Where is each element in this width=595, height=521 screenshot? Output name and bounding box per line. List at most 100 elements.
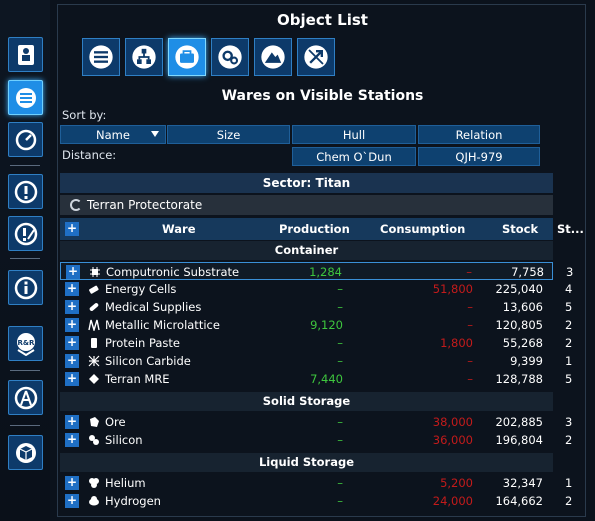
crystal-icon: [88, 355, 100, 367]
sort-label: Sort by:: [62, 108, 107, 122]
tab-hierarchy[interactable]: [125, 38, 163, 76]
sort-name-button[interactable]: Name: [60, 125, 166, 144]
ware-name: Computronic Substrate: [106, 265, 240, 279]
object-list-panel: Object List Wares on Visible Stations So…: [57, 4, 586, 517]
production-value: –: [337, 354, 343, 368]
chip-icon: [90, 267, 100, 277]
separator: [10, 165, 40, 166]
table-row[interactable]: + Terran MRE 7,440–128,788 5: [60, 370, 572, 388]
table-row[interactable]: + Protein Paste – 1,800 55,268 2: [60, 334, 572, 352]
sector-name: Sector: Titan: [262, 176, 351, 190]
side-menu: R&R: [0, 0, 50, 521]
object-list-icon-button[interactable]: [8, 80, 43, 115]
table-row[interactable]: + Silicon – 36,000 196,804 2: [60, 431, 572, 449]
table-row[interactable]: + Helium – 5,200 32,347 1: [60, 474, 572, 492]
table-row[interactable]: + Silicon Carbide – –9,399 1: [60, 352, 572, 370]
expand-row-button[interactable]: +: [65, 372, 79, 386]
rnd-icon: R&R: [16, 332, 35, 356]
separator: [10, 370, 40, 371]
missions-icon-button[interactable]: [8, 216, 43, 251]
ware-name: Helium: [105, 476, 146, 490]
build-icon-button[interactable]: [8, 380, 43, 415]
table-header: + Ware Production Consumption Stock St..…: [60, 218, 584, 240]
expand-row-button[interactable]: +: [65, 354, 79, 368]
expand-row-button[interactable]: +: [65, 282, 79, 296]
stock-value: 225,040: [495, 282, 543, 296]
col-consumption[interactable]: Consumption: [380, 222, 465, 236]
separator: [10, 258, 40, 259]
exclamation-icon: [14, 180, 37, 203]
col-stock[interactable]: Stock: [502, 222, 538, 236]
ware-name: Terran MRE: [105, 372, 170, 386]
tab-terrain[interactable]: [254, 38, 292, 76]
chevron-down-icon: [151, 131, 159, 137]
distance-target-label: QJH-979: [455, 149, 503, 164]
speed-icon-button[interactable]: [8, 122, 43, 157]
player-info-icon-button[interactable]: [8, 37, 43, 72]
tab-no-target[interactable]: [297, 38, 335, 76]
crossed-arrow-icon: [304, 45, 328, 69]
tab-modules[interactable]: [211, 38, 249, 76]
stock-value: 202,885: [495, 415, 543, 429]
distance-target-button[interactable]: QJH-979: [418, 147, 540, 166]
ware-name: Ore: [105, 415, 126, 429]
expand-row-button[interactable]: +: [65, 433, 79, 447]
expand-row-button[interactable]: +: [65, 318, 79, 332]
consumption-value: 1,800: [440, 336, 473, 350]
stock-value: 120,805: [495, 318, 543, 332]
production-value: 1,284: [309, 265, 342, 279]
production-value: 7,440: [310, 372, 343, 386]
distance-origin-button[interactable]: Chem O`Dun: [292, 147, 416, 166]
expand-all-button[interactable]: +: [65, 222, 79, 236]
ware-name: Hydrogen: [105, 494, 161, 508]
encyclopedia-icon-button[interactable]: [8, 435, 43, 470]
col-production[interactable]: Production: [279, 222, 350, 236]
sort-relation-button[interactable]: Relation: [418, 125, 540, 144]
sort-hull-button[interactable]: Hull: [292, 125, 416, 144]
production-value: –: [337, 494, 343, 508]
storage-value: 2: [565, 433, 573, 447]
production-value: –: [337, 282, 343, 296]
tube-icon: [91, 338, 97, 348]
expand-row-button[interactable]: +: [65, 300, 79, 314]
storage-value: 1: [565, 354, 573, 368]
crate-icon: [175, 45, 199, 69]
table-row[interactable]: + Computronic Substrate 1,284 – 7,758 3: [60, 262, 573, 280]
stock-value: 55,268: [502, 336, 543, 350]
stock-value: 9,399: [510, 354, 543, 368]
consumption-value: 36,000: [432, 433, 473, 447]
expand-row-button[interactable]: +: [65, 494, 79, 508]
silicon-icon: [89, 435, 99, 445]
expand-row-button[interactable]: +: [65, 415, 79, 429]
section-title: Wares on Visible Stations: [221, 88, 424, 104]
tab-wares[interactable]: [168, 38, 206, 76]
compass-icon: [14, 386, 37, 409]
ore-icon: [90, 417, 99, 427]
faction-row[interactable]: Terran Protectorate: [60, 195, 553, 215]
col-ware[interactable]: Ware: [162, 222, 196, 236]
expand-row-button[interactable]: +: [65, 336, 79, 350]
consumption-value: 24,000: [432, 494, 473, 508]
table-row[interactable]: + Energy Cells – 51,800 225,040 4: [60, 280, 572, 298]
sort-size-button[interactable]: Size: [167, 125, 290, 144]
table-row[interactable]: + Hydrogen – 24,000 164,662 2: [60, 492, 572, 510]
production-value: –: [337, 300, 343, 314]
expand-row-button[interactable]: +: [66, 265, 80, 279]
faction-icon: [70, 199, 82, 211]
consumption-value: 5,200: [440, 476, 473, 490]
sort-size-label: Size: [216, 127, 241, 142]
research-icon-button[interactable]: R&R: [8, 326, 43, 361]
expand-row-button[interactable]: +: [65, 476, 79, 490]
alerts-icon-button[interactable]: [8, 174, 43, 209]
distance-origin-label: Chem O`Dun: [316, 149, 392, 164]
table-row[interactable]: + Medical Supplies – –13,606 5: [60, 298, 572, 316]
col-storage[interactable]: St...: [557, 222, 584, 236]
player-info-icon: [17, 44, 34, 65]
table-row[interactable]: + Metallic Microlattice 9,120–120,805 2: [60, 316, 572, 334]
hierarchy-icon: [132, 45, 156, 69]
table-row[interactable]: + Ore – 38,000 202,885 3: [60, 413, 572, 431]
distance-label: Distance:: [62, 148, 117, 162]
info-icon-button[interactable]: [8, 270, 43, 305]
tab-list[interactable]: [82, 38, 120, 76]
helium-icon: [89, 478, 99, 488]
